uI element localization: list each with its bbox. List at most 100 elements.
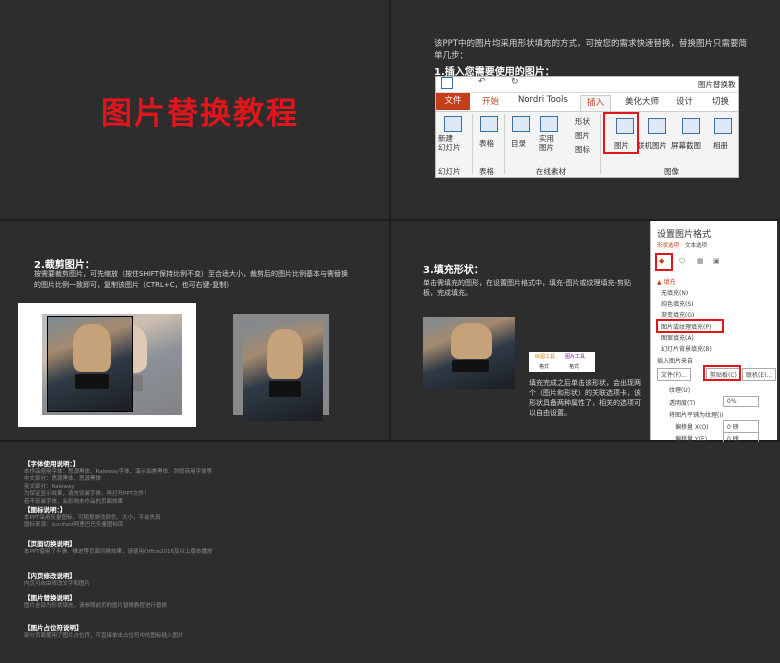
format-tab-1[interactable]: 格式 xyxy=(539,363,549,370)
separator xyxy=(600,114,601,174)
table-icon xyxy=(480,116,498,132)
fill-option-solid[interactable]: 纯色填充(S) xyxy=(661,299,694,308)
save-icon xyxy=(441,77,453,89)
fill-section[interactable]: ▲ 填充 xyxy=(657,277,676,286)
slide-3-intro: 按需要裁剪图片，可先缩放（按住SHIFT保持比例不变）至合适大小，裁剪后的图片比… xyxy=(34,270,348,289)
slide-1-heading: 图片替换教程 xyxy=(101,96,299,132)
notes-line: 本PPT采用矢量图标，可随意更改颜色、大小，不会失真 xyxy=(24,515,161,521)
slide-2-intro: 该PPT中的图片均采用形状填充的方式，可按您的需求快速替换，替换图片只需要简单几… xyxy=(434,39,747,61)
picture-tools-tab[interactable]: 图片工具 xyxy=(565,353,585,360)
size-icon: ▦ xyxy=(697,257,704,265)
ribbon-tabs: 文件 开始 Nordri Tools 插入 美化大师 设计 切换 xyxy=(436,93,738,111)
tab-design[interactable]: 设计 xyxy=(676,95,693,107)
notes-line: 内页可自由修改文字和图片 xyxy=(24,581,91,587)
new-slide-icon xyxy=(444,116,462,132)
new-slide-button[interactable]: 新建 幻灯片 xyxy=(438,134,470,152)
cropped-photo xyxy=(243,321,323,421)
effects-icon: ⬠ xyxy=(679,257,686,265)
highlight-picture-button xyxy=(603,112,639,154)
table-group-label: 表格 xyxy=(479,167,494,176)
slide-4-note: 填充完成之后单击该形状，会出现两个（图片和形状）的关联选项卡，该形状具备两种属性… xyxy=(529,379,641,417)
toc-button[interactable]: 目录 xyxy=(511,138,526,149)
undo-icon: ↶ xyxy=(478,77,486,87)
pane-tab-text[interactable]: 文本选项 xyxy=(685,241,707,249)
drawing-tools-tab[interactable]: 绘图工具 xyxy=(535,353,555,360)
notes-line: 图标来源：iconfont阿里巴巴矢量图标库 xyxy=(24,522,124,529)
clipboard-highlight xyxy=(703,365,741,381)
slide-4-heading: 3.填充形状： xyxy=(423,265,484,276)
fill-option-none[interactable]: 无填充(N) xyxy=(661,288,688,297)
pane-tab-shape[interactable]: 形状选项 xyxy=(657,241,679,249)
transparency-label: 透明度(T) xyxy=(669,400,696,407)
notes-section: 【图片替换说明】 图片全部为形状填充，请参照前页的图片替换教程进行替换 xyxy=(24,592,764,610)
online-material-label: 在线素材 xyxy=(536,167,566,176)
online-button[interactable]: 联机(E)... xyxy=(742,368,777,381)
file-button[interactable]: 文件(F)... xyxy=(657,368,691,381)
online-picture-button[interactable]: 联机图片 xyxy=(637,140,667,151)
fill-option-background[interactable]: 幻灯片背景填充(B) xyxy=(661,344,712,353)
tab-transition[interactable]: 切换 xyxy=(712,95,729,107)
context-tabs: 绘图工具 图片工具 格式 格式 xyxy=(529,352,595,372)
notes-line: 部分页面使用了图片占位符，可直接单击占位符中的图标插入图片 xyxy=(24,633,184,639)
tab-beautify[interactable]: 美化大师 xyxy=(625,95,659,107)
window-title: 图片替换教 xyxy=(698,80,736,89)
notes-section-heading: 【字体使用说明：】 xyxy=(24,460,80,468)
format-picture-pane: 设置图片格式 形状选项 文本选项 ◆ ⬠ ▦ ▣ ▲ 填充 无填充(N) 纯色填… xyxy=(650,221,777,445)
slide-5-notes[interactable]: 【字体使用说明：】 本作品使用字体：思源黑体、Raleway字体、演示如美黑体、剑… xyxy=(0,442,780,663)
notes-section-heading: 【图标说明：】 xyxy=(24,506,67,514)
transparency-input[interactable]: 0% xyxy=(723,396,759,407)
notes-line: 中文部分：思源黑体、思源黑体 xyxy=(24,476,102,483)
notes-section: 【图片占位符说明】 部分页面使用了图片占位符，可直接单击占位符中的图标插入图片 xyxy=(24,622,764,640)
ribbon-body: 新建 幻灯片 幻灯片 表格 表格 目录 实用 图片 形状 图片 图标 在线素材 … xyxy=(436,111,738,177)
slide-3-crop[interactable]: 2.裁剪图片： 按需要裁剪图片，可先缩放（按住SHIFT保持比例不变）至合适大小… xyxy=(0,221,389,440)
slide-4-intro: 单击需填充的图形，在设置图片格式中，填充-图片或纹理填充-剪贴板，完成填充。 xyxy=(423,279,632,297)
separator xyxy=(472,114,473,174)
slides-group-label: 幻灯片 xyxy=(438,167,461,176)
ribbon-screenshot: ↶ ↻ 图片替换教 文件 开始 Nordri Tools 插入 美化大师 设计 … xyxy=(435,76,739,178)
fill-option-gradient[interactable]: 渐变填充(G) xyxy=(661,310,694,319)
material-button[interactable]: 实用 图片 xyxy=(539,134,554,152)
notes-line: 图片全部为形状填充，请参照前页的图片替换教程进行替换 xyxy=(24,603,168,609)
screenshot-icon xyxy=(682,118,700,134)
album-button[interactable]: 相册 xyxy=(713,140,728,151)
notes-line: 本作品使用字体：思源黑体、Raleway字体、演示如美黑体、剑雨商用字体等 xyxy=(24,469,213,475)
notes-section: 【字体使用说明：】 本作品使用字体：思源黑体、Raleway字体、演示如美黑体、剑… xyxy=(24,458,764,506)
tab-nordri-tools[interactable]: Nordri Tools xyxy=(518,95,568,105)
notes-section-heading: 【图片占位符说明】 xyxy=(24,624,83,632)
table-button[interactable]: 表格 xyxy=(479,138,494,149)
notes-section-heading: 【图片替换说明】 xyxy=(24,594,76,602)
toc-icon xyxy=(512,116,530,132)
icon-button[interactable]: 图标 xyxy=(575,144,590,155)
fill-bucket-icon: ◆ xyxy=(659,257,665,265)
notes-section-heading: 【页面切换说明】 xyxy=(24,540,76,548)
crop-frame[interactable] xyxy=(47,316,133,412)
image-group-label: 图像 xyxy=(664,167,679,176)
fill-option-pattern[interactable]: 图案填充(A) xyxy=(661,333,694,342)
format-tab-2[interactable]: 格式 xyxy=(569,363,579,370)
tab-insert[interactable]: 插入 xyxy=(580,95,612,111)
redo-icon: ↻ xyxy=(511,77,519,87)
offset-x-label: 偏移量 X(O) xyxy=(675,424,709,431)
tile-checkbox[interactable]: 将图片平铺为纹理(I) xyxy=(669,410,723,419)
notes-section: 【图标说明：】 本PPT采用矢量图标，可随意更改颜色、大小，不会失真 图标来源：ic… xyxy=(24,504,764,530)
picture-fill-highlight xyxy=(656,319,724,333)
ribbon-quick-access: ↶ ↻ 图片替换教 xyxy=(436,77,738,93)
online-picture-icon xyxy=(648,118,666,134)
tab-home[interactable]: 开始 xyxy=(482,95,499,107)
pane-title: 设置图片格式 xyxy=(657,230,712,240)
filled-shape-photo[interactable] xyxy=(423,317,515,389)
insert-from-label: 插入图片来自 xyxy=(657,358,694,365)
separator xyxy=(504,114,505,174)
slide-1-title[interactable]: 图片替换教程 xyxy=(0,0,389,219)
notes-section: 【内页修改说明】 内页可自由修改文字和图片 xyxy=(24,570,764,588)
material-icon xyxy=(540,116,558,132)
shape-button[interactable]: 形状 xyxy=(575,116,590,127)
image-button[interactable]: 图片 xyxy=(575,130,590,141)
notes-line: 本PPT使用了平滑、推进等页面切换效果，请使用Office2016及以上版本播放 xyxy=(24,549,213,555)
tab-file[interactable]: 文件 xyxy=(436,93,470,110)
picture-icon: ▣ xyxy=(713,257,720,265)
notes-line: 为保证显示效果，请先安装字体，再打开PPT文件！ xyxy=(24,491,150,498)
screenshot-button[interactable]: 屏幕截图 xyxy=(671,140,701,151)
album-icon xyxy=(714,118,732,134)
texture-label: 纹理(U) xyxy=(669,387,691,394)
